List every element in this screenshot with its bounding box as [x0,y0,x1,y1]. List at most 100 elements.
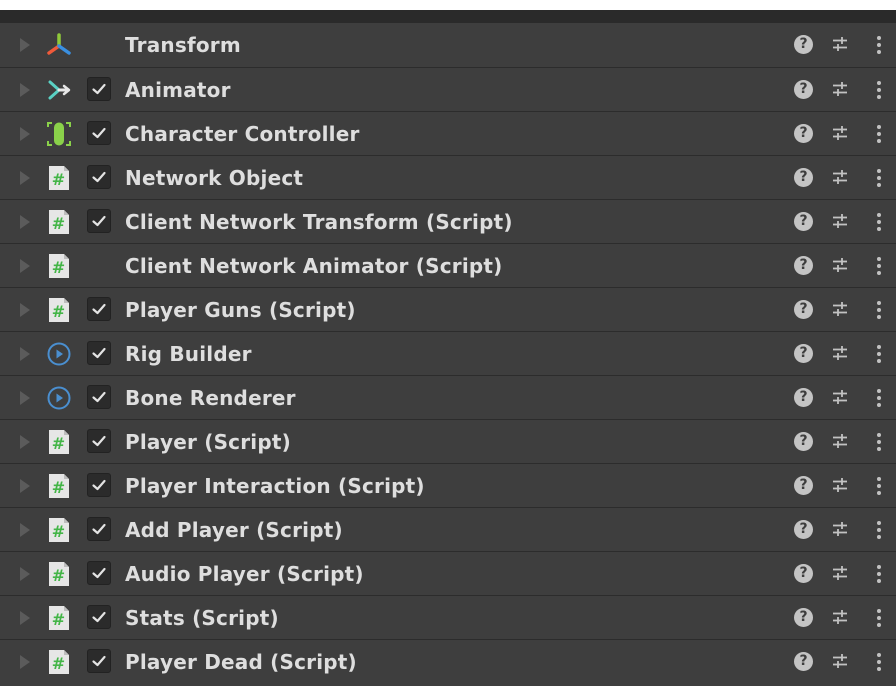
help-icon[interactable]: ? [794,300,813,319]
foldout-arrow-icon[interactable] [20,611,30,625]
component-row[interactable]: # Player Interaction (Script)? [0,463,896,507]
enabled-checkbox[interactable] [87,429,111,453]
component-row[interactable]: Rig Builder? [0,331,896,375]
context-menu-icon[interactable] [872,342,886,366]
presets-icon[interactable] [830,123,850,143]
context-menu-icon[interactable] [872,386,886,410]
enabled-checkbox[interactable] [87,649,111,673]
foldout-arrow-icon[interactable] [20,83,30,97]
context-menu-icon[interactable] [872,606,886,630]
component-name: Character Controller [125,122,360,146]
component-row[interactable]: Transform? [0,23,896,67]
presets-icon[interactable] [830,299,850,319]
rig-icon [46,385,72,411]
presets-icon[interactable] [830,79,850,99]
foldout-arrow-icon[interactable] [20,391,30,405]
presets-icon[interactable] [830,431,850,451]
presets-icon[interactable] [830,343,850,363]
component-row[interactable]: # Player Dead (Script)? [0,639,896,686]
help-icon[interactable]: ? [794,124,813,143]
foldout-arrow-icon[interactable] [20,38,30,52]
component-row[interactable]: Animator? [0,67,896,111]
foldout-arrow-icon[interactable] [20,655,30,669]
foldout-arrow-icon[interactable] [20,479,30,493]
presets-icon[interactable] [830,651,850,671]
context-menu-icon[interactable] [872,210,886,234]
component-name: Player Interaction (Script) [125,474,425,498]
component-name: Network Object [125,166,304,190]
component-row[interactable]: # Client Network Transform (Script)? [0,199,896,243]
context-menu-icon[interactable] [872,562,886,586]
foldout-arrow-icon[interactable] [20,435,30,449]
help-icon[interactable]: ? [794,212,813,231]
component-name: Player (Script) [125,430,291,454]
script-icon: # [46,297,72,323]
enabled-checkbox[interactable] [87,385,111,409]
svg-text:#: # [52,434,65,453]
foldout-arrow-icon[interactable] [20,171,30,185]
help-icon[interactable]: ? [794,476,813,495]
context-menu-icon[interactable] [872,78,886,102]
svg-text:#: # [52,478,65,497]
context-menu-icon[interactable] [872,650,886,674]
presets-icon[interactable] [830,167,850,187]
foldout-arrow-icon[interactable] [20,303,30,317]
context-menu-icon[interactable] [872,474,886,498]
presets-icon[interactable] [830,387,850,407]
foldout-arrow-icon[interactable] [20,259,30,273]
help-icon[interactable]: ? [794,432,813,451]
help-icon[interactable]: ? [794,564,813,583]
character-controller-icon [46,121,72,147]
help-icon[interactable]: ? [794,344,813,363]
context-menu-icon[interactable] [872,254,886,278]
enabled-checkbox[interactable] [87,77,111,101]
presets-icon[interactable] [830,255,850,275]
context-menu-icon[interactable] [872,122,886,146]
foldout-arrow-icon[interactable] [20,523,30,537]
component-row[interactable]: Bone Renderer? [0,375,896,419]
help-icon[interactable]: ? [794,608,813,627]
component-row[interactable]: # Player (Script)? [0,419,896,463]
enabled-checkbox[interactable] [87,473,111,497]
foldout-arrow-icon[interactable] [20,567,30,581]
presets-icon[interactable] [830,475,850,495]
component-row[interactable]: # Client Network Animator (Script)? [0,243,896,287]
foldout-arrow-icon[interactable] [20,215,30,229]
foldout-arrow-icon[interactable] [20,127,30,141]
enabled-checkbox[interactable] [87,209,111,233]
context-menu-icon[interactable] [872,430,886,454]
enabled-checkbox[interactable] [87,341,111,365]
presets-icon[interactable] [830,34,850,54]
context-menu-icon[interactable] [872,33,886,57]
presets-icon[interactable] [830,563,850,583]
context-menu-icon[interactable] [872,166,886,190]
enabled-checkbox[interactable] [87,517,111,541]
foldout-arrow-icon[interactable] [20,347,30,361]
enabled-checkbox[interactable] [87,605,111,629]
help-icon[interactable]: ? [794,652,813,671]
presets-icon[interactable] [830,607,850,627]
component-row[interactable]: # Stats (Script)? [0,595,896,639]
component-row[interactable]: Character Controller? [0,111,896,155]
enabled-checkbox[interactable] [87,165,111,189]
help-icon[interactable]: ? [794,388,813,407]
svg-text:#: # [52,654,65,673]
enabled-checkbox[interactable] [87,297,111,321]
help-icon[interactable]: ? [794,256,813,275]
enabled-checkbox[interactable] [87,561,111,585]
help-icon[interactable]: ? [794,35,813,54]
presets-icon[interactable] [830,519,850,539]
enabled-checkbox[interactable] [87,121,111,145]
context-menu-icon[interactable] [872,518,886,542]
script-icon: # [46,649,72,675]
script-icon: # [46,605,72,631]
help-icon[interactable]: ? [794,80,813,99]
component-row[interactable]: # Network Object? [0,155,896,199]
context-menu-icon[interactable] [872,298,886,322]
component-row[interactable]: # Add Player (Script)? [0,507,896,551]
help-icon[interactable]: ? [794,520,813,539]
help-icon[interactable]: ? [794,168,813,187]
presets-icon[interactable] [830,211,850,231]
component-row[interactable]: # Audio Player (Script)? [0,551,896,595]
component-row[interactable]: # Player Guns (Script)? [0,287,896,331]
